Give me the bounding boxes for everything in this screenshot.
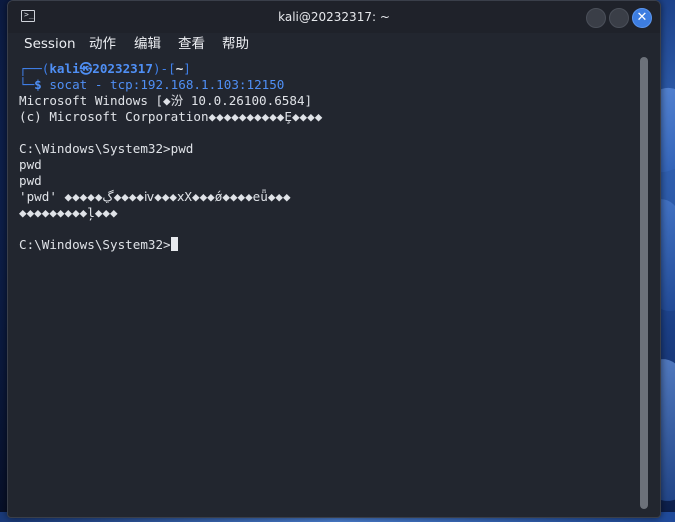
prompt-user-host: kali㉿20232317 (49, 61, 153, 76)
close-icon: ✕ (636, 10, 648, 25)
scrollbar-thumb[interactable] (640, 57, 648, 509)
menu-actions[interactable]: 动作 (89, 35, 116, 53)
prompt-line-2: └─$ socat - tcp:192.168.1.103:12150 (19, 77, 284, 93)
output-line: ◆◆◆◆◆◆◆◆◆ļ◆◆◆ (19, 205, 118, 220)
command-text: socat - tcp:192.168.1.103:12150 (41, 77, 285, 92)
terminal-output[interactable]: ┌──(kali㉿20232317)-[~] └─$ socat - tcp:1… (8, 55, 638, 515)
prompt-frame-open: ┌──( (19, 61, 50, 76)
menu-session[interactable]: Session (24, 35, 76, 53)
output-line: Microsoft Windows [◆汾 10.0.26100.6584] (19, 93, 313, 108)
terminal-window: >_ kali@20232317: ~ ✕ Session 动作 编辑 查看 帮… (7, 0, 661, 518)
maximize-button[interactable] (609, 8, 629, 28)
prompt-frame-mid: )-[ (152, 61, 176, 76)
output-line: pwd (19, 173, 42, 188)
menu-edit[interactable]: 编辑 (134, 35, 161, 53)
window-title: kali@20232317: ~ (278, 10, 390, 24)
output-line: 'pwd' ◆◆◆◆◆ڲ◆◆◆◆ⅳ◆◆◆ⅹX◆◆◆ǿ◆◆◆◆eǖ◆◆◆ (19, 189, 291, 204)
output-line: C:\Windows\System32>pwd (19, 141, 194, 156)
scrollbar[interactable] (640, 57, 648, 509)
menu-view[interactable]: 查看 (178, 35, 205, 53)
output-line: (c) Microsoft Corporation◆◆◆◆◆◆◆◆◆◆Ȩ◆◆◆◆ (19, 109, 323, 124)
menu-help[interactable]: 帮助 (222, 35, 249, 53)
prompt-frame-close: ] (183, 61, 191, 76)
close-button[interactable]: ✕ (632, 8, 652, 28)
title-bar[interactable]: >_ kali@20232317: ~ ✕ (8, 1, 660, 33)
current-prompt-line: C:\Windows\System32> (19, 237, 178, 253)
prompt-dollar: $ (34, 77, 42, 92)
minimize-button[interactable] (586, 8, 606, 28)
prompt-corner: └─ (19, 77, 35, 92)
current-prompt: C:\Windows\System32> (19, 237, 171, 252)
output-line: pwd (19, 157, 42, 172)
prompt-line-1: ┌──(kali㉿20232317)-[~] (19, 61, 191, 77)
text-cursor (170, 237, 178, 251)
menu-bar: Session 动作 编辑 查看 帮助 (8, 33, 660, 55)
